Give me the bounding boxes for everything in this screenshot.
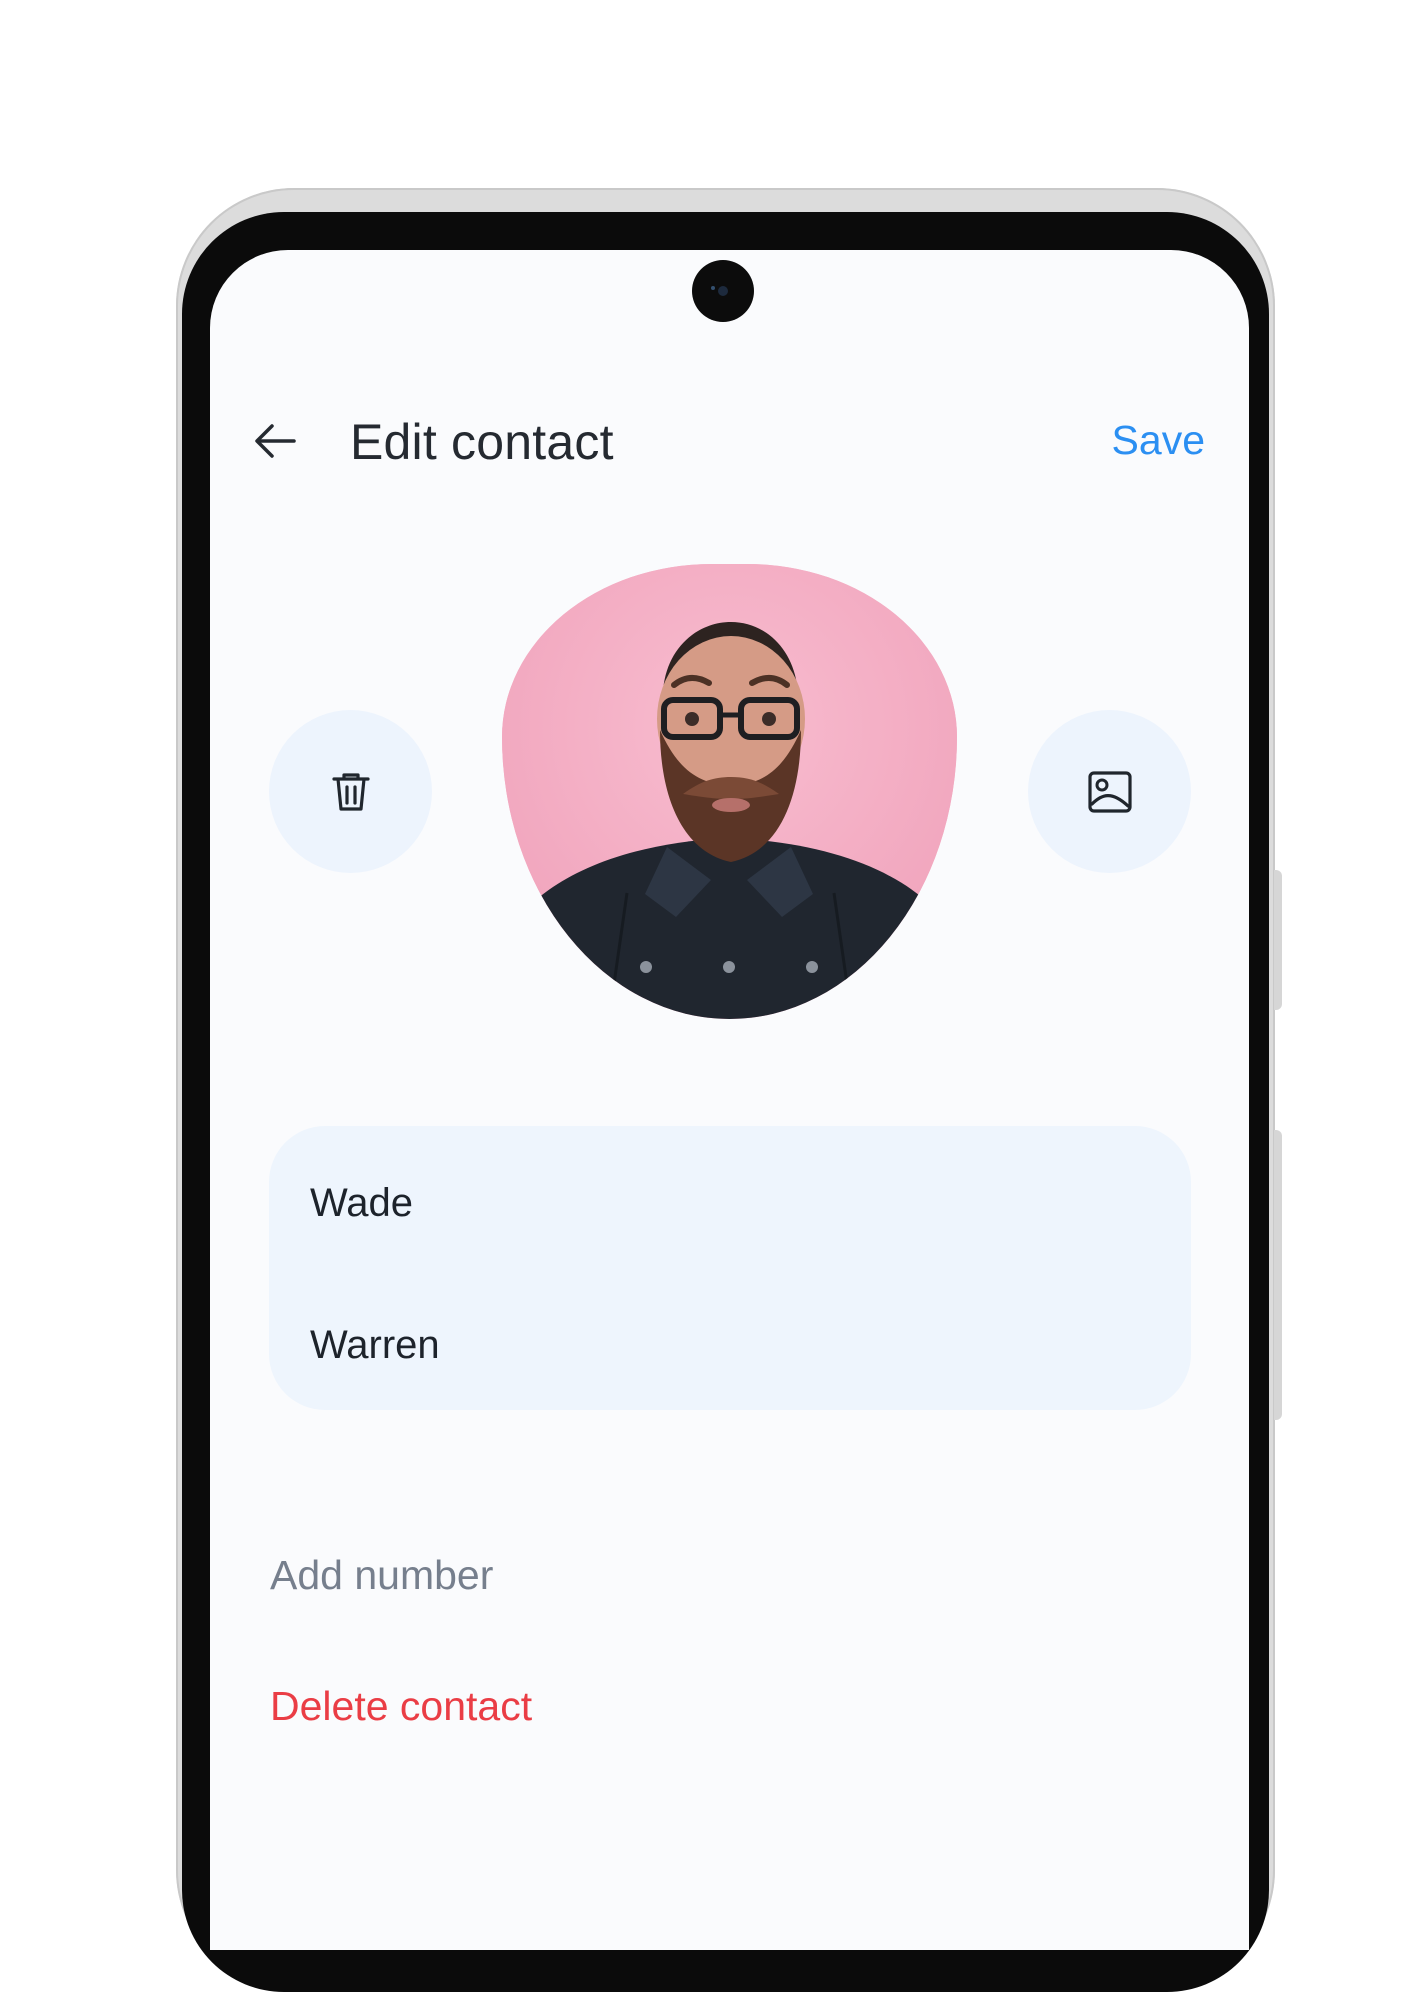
phone-side-button bbox=[1274, 870, 1282, 1010]
add-number-button[interactable]: Add number bbox=[270, 1552, 493, 1599]
phone-side-button bbox=[1274, 1130, 1282, 1420]
name-fields-card: Wade Warren bbox=[269, 1126, 1191, 1410]
first-name-field[interactable]: Wade bbox=[310, 1181, 1130, 1226]
trash-icon bbox=[331, 772, 370, 811]
contact-photo-illustration bbox=[502, 564, 957, 1019]
save-button[interactable]: Save bbox=[1112, 417, 1205, 464]
delete-photo-button[interactable] bbox=[269, 710, 432, 873]
contact-photo[interactable] bbox=[502, 564, 957, 1019]
arrow-left-icon bbox=[255, 424, 296, 458]
change-photo-button[interactable] bbox=[1028, 710, 1191, 873]
phone-screen: Edit contact Save Wade Warren Add number… bbox=[210, 250, 1249, 1950]
page-title: Edit contact bbox=[350, 414, 614, 470]
image-icon bbox=[1087, 770, 1132, 813]
front-camera bbox=[692, 260, 754, 322]
app-header: Edit contact Save bbox=[210, 400, 1249, 480]
back-button[interactable] bbox=[244, 410, 306, 472]
last-name-field[interactable]: Warren bbox=[310, 1323, 1130, 1368]
delete-contact-button[interactable]: Delete contact bbox=[270, 1683, 532, 1730]
